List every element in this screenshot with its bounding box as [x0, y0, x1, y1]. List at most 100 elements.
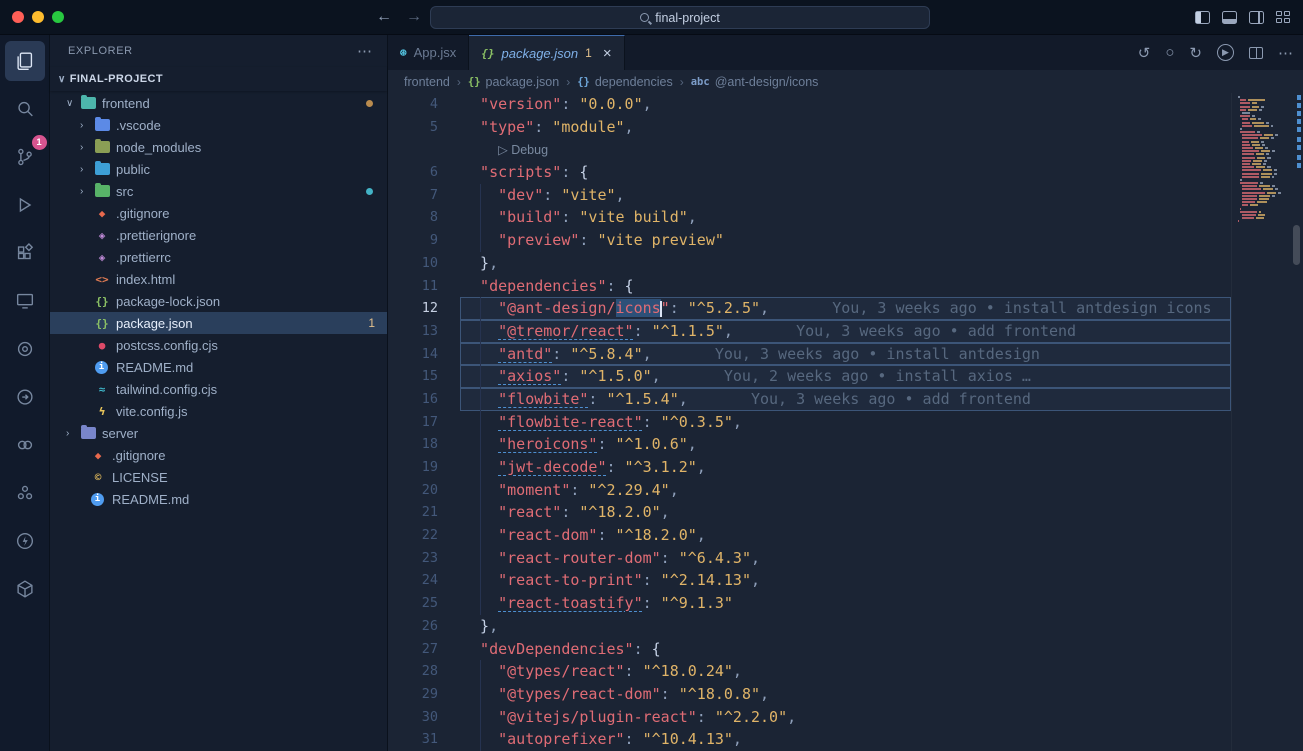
code-line[interactable]: 26},	[388, 615, 1231, 638]
code-area[interactable]: 4"version": "0.0.0",5"type": "module", ▷ …	[388, 93, 1231, 751]
command-center-search[interactable]: final-project	[430, 6, 930, 29]
activity-search-icon[interactable]	[5, 89, 45, 129]
toggle-secondary-sidebar-icon[interactable]	[1249, 11, 1264, 24]
tree-item-package-json[interactable]: {}package.json1	[50, 312, 387, 334]
line-number: 23	[388, 547, 460, 570]
tree-item-readme-md[interactable]: iREADME.md	[50, 488, 387, 510]
code-line[interactable]: 18"heroicons": "^1.0.6",	[388, 433, 1231, 456]
toggle-primary-sidebar-icon[interactable]	[1195, 11, 1210, 24]
split-editor-icon[interactable]	[1249, 47, 1263, 59]
tab-package-json[interactable]: {}package.json1×	[469, 35, 624, 70]
tree-item-package-lock-json[interactable]: {}package-lock.json	[50, 290, 387, 312]
tree-item-public[interactable]: ›public	[50, 158, 387, 180]
activity-accounts-cluster-icon[interactable]	[5, 473, 45, 513]
breadcrumb-item-frontend[interactable]: frontend	[404, 75, 450, 89]
code-line[interactable]: 29"@types/react-dom": "^18.0.8",	[388, 683, 1231, 706]
npm-file-icon: {}	[94, 317, 110, 330]
tree-item-license[interactable]: ©LICENSE	[50, 466, 387, 488]
tree-item-label: .prettierignore	[116, 228, 196, 243]
tree-item-frontend[interactable]: ∨frontend	[50, 92, 387, 114]
tree-item-prettierrc[interactable]: ◈.prettierrc	[50, 246, 387, 268]
customize-layout-icon[interactable]	[1276, 11, 1291, 24]
tree-item-server[interactable]: ›server	[50, 422, 387, 444]
tab-app-jsx[interactable]: ⊛App.jsx	[388, 35, 469, 70]
breadcrumb-label: dependencies	[595, 75, 673, 89]
code-line[interactable]: 14"antd": "^5.8.4",You, 3 weeks ago • in…	[388, 343, 1231, 366]
code-line[interactable]: 30"@vitejs/plugin-react": "^2.2.0",	[388, 706, 1231, 729]
activity-references-icon[interactable]	[5, 425, 45, 465]
code-line[interactable]: 19"jwt-decode": "^3.1.2",	[388, 456, 1231, 479]
activity-packages-icon[interactable]	[5, 569, 45, 609]
explorer-more-actions-icon[interactable]: ⋯	[357, 42, 373, 60]
circle-outline-icon[interactable]: ○	[1165, 44, 1174, 61]
code-line[interactable]: 11"dependencies": {	[388, 275, 1231, 298]
activity-source-control-icon[interactable]: 1	[5, 137, 45, 177]
tree-item-src[interactable]: ›src	[50, 180, 387, 202]
code-line[interactable]: 5"type": "module",	[388, 116, 1231, 139]
activity-gitlens-icon[interactable]	[5, 329, 45, 369]
tree-item-gitignore[interactable]: ◆.gitignore	[50, 444, 387, 466]
tree-item-vscode[interactable]: ›.vscode	[50, 114, 387, 136]
indent-guide	[480, 479, 481, 502]
tree-item-tailwind-config-cjs[interactable]: ≈tailwind.config.cjs	[50, 378, 387, 400]
codelens-debug[interactable]: ▷ Debug	[498, 143, 548, 157]
code-line[interactable]: 15"axios": "^1.5.0",You, 2 weeks ago • i…	[388, 365, 1231, 388]
minimize-window-button[interactable]	[32, 11, 44, 23]
tree-item-gitignore[interactable]: ◆.gitignore	[50, 202, 387, 224]
code-line[interactable]: 21"react": "^18.2.0",	[388, 501, 1231, 524]
code-line[interactable]: 8"build": "vite build",	[388, 206, 1231, 229]
activity-thunder-client-icon[interactable]	[5, 521, 45, 561]
codelens-row[interactable]: ▷ Debug	[388, 138, 1231, 161]
code-line[interactable]: 16"flowbite": "^1.5.4",You, 3 weeks ago …	[388, 388, 1231, 411]
activity-extensions-icon[interactable]	[5, 233, 45, 273]
git-file-icon: ◆	[94, 207, 110, 220]
code-line[interactable]: 22"react-dom": "^18.2.0",	[388, 524, 1231, 547]
tree-item-vite-config-js[interactable]: ϟvite.config.js	[50, 400, 387, 422]
code-line[interactable]: 13"@tremor/react": "^1.1.5",You, 3 weeks…	[388, 320, 1231, 343]
breadcrumb-item-dependencies[interactable]: {}dependencies	[577, 75, 673, 89]
code-line[interactable]: 6"scripts": {	[388, 161, 1231, 184]
toggle-panel-icon[interactable]	[1222, 11, 1237, 24]
code-line[interactable]: 27"devDependencies": {	[388, 638, 1231, 661]
scrollbar[interactable]	[1287, 93, 1303, 751]
zoom-window-button[interactable]	[52, 11, 64, 23]
code-line[interactable]: 7"dev": "vite",	[388, 184, 1231, 207]
back-circle-icon[interactable]: ↺	[1138, 44, 1151, 62]
tree-item-index-html[interactable]: <>index.html	[50, 268, 387, 290]
tree-item-node-modules[interactable]: ›node_modules	[50, 136, 387, 158]
indent-guide	[480, 569, 481, 592]
spellcheck-mark	[1297, 95, 1301, 100]
breadcrumb-item-package-json[interactable]: {}package.json	[468, 75, 559, 89]
back-button[interactable]: ←	[376, 8, 392, 26]
activity-remote-explorer-icon[interactable]	[5, 281, 45, 321]
tree-item-postcss-config-cjs[interactable]: ●postcss.config.cjs	[50, 334, 387, 356]
tree-item-prettierignore[interactable]: ◈.prettierignore	[50, 224, 387, 246]
code-line[interactable]: 9"preview": "vite preview"	[388, 229, 1231, 252]
activity-explorer-icon[interactable]	[5, 41, 45, 81]
more-actions-icon[interactable]: ⋯	[1278, 44, 1293, 62]
code-line[interactable]: 10},	[388, 252, 1231, 275]
code-line[interactable]: 17"flowbite-react": "^0.3.5",	[388, 411, 1231, 434]
breadcrumb-label: package.json	[486, 75, 560, 89]
code-line[interactable]: 20"moment": "^2.29.4",	[388, 479, 1231, 502]
code-line[interactable]: 31"autoprefixer": "^10.4.13",	[388, 728, 1231, 751]
code-line[interactable]: 12"@ant-design/icons": "^5.2.5",You, 3 w…	[388, 297, 1231, 320]
tree-item-readme-md[interactable]: iREADME.md	[50, 356, 387, 378]
workspace-section-header[interactable]: ∨ FINAL-PROJECT	[50, 67, 387, 91]
circle-arrow-icon[interactable]: ↻	[1189, 44, 1202, 62]
tree-item-label: server	[102, 426, 138, 441]
code-line[interactable]: 23"react-router-dom": "^6.4.3",	[388, 547, 1231, 570]
run-script-icon[interactable]: ▶	[1217, 44, 1234, 61]
code-line[interactable]: 24"react-to-print": "^2.14.13",	[388, 569, 1231, 592]
minimap[interactable]	[1231, 93, 1287, 751]
activity-live-share-icon[interactable]	[5, 377, 45, 417]
breadcrumb-item-ant-design-icons[interactable]: abc@ant-design/icons	[691, 75, 819, 89]
code-line[interactable]: 28"@types/react": "^18.0.24",	[388, 660, 1231, 683]
forward-button[interactable]: →	[406, 8, 422, 26]
code-line[interactable]: 25"react-toastify": "^9.1.3"	[388, 592, 1231, 615]
close-window-button[interactable]	[12, 11, 24, 23]
close-icon[interactable]: ×	[603, 45, 612, 62]
code-line[interactable]: 4"version": "0.0.0",	[388, 93, 1231, 116]
scrollbar-thumb[interactable]	[1293, 225, 1300, 265]
activity-run-debug-icon[interactable]	[5, 185, 45, 225]
